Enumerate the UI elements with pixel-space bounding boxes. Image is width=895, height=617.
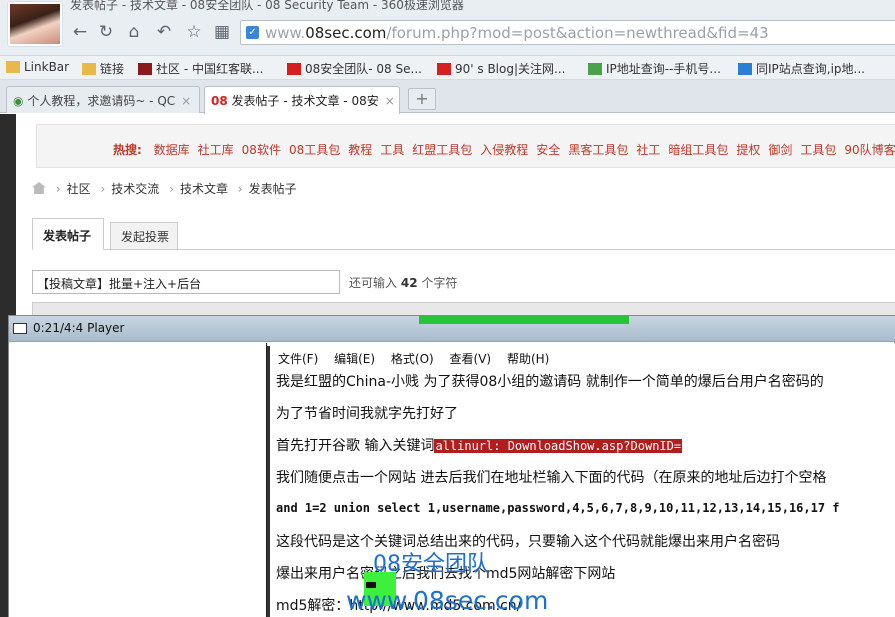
folder-icon [6, 61, 20, 73]
menu-format[interactable]: 格式(O) [391, 352, 434, 366]
player-title: 0:21/4:4 Player [33, 321, 125, 335]
breadcrumb: › 社区 › 技术交流 › 技术文章 › 发表帖子 [32, 180, 297, 197]
breadcrumb-item[interactable]: 社区 [67, 182, 91, 196]
player-icon [13, 323, 27, 334]
close-icon[interactable]: × [181, 94, 191, 108]
menu-view[interactable]: 查看(V) [450, 352, 492, 366]
menu-help[interactable]: 帮助(H) [507, 352, 549, 366]
breadcrumb-item: 发表帖子 [248, 182, 297, 196]
notepad-window: 文件(F) 编辑(E) 格式(O) 查看(V) 帮助(H) 我是红盟的China… [267, 346, 895, 617]
hot-keyword-link[interactable]: 黑客工具包 [568, 143, 628, 157]
notepad-line: 我是红盟的China-小贱 为了获得08小组的邀请码 就制作一个简单的爆后台用户… [276, 374, 824, 390]
hot-keyword-link[interactable]: 教程 [348, 143, 372, 157]
hot-keyword-link[interactable]: 安全 [536, 143, 560, 157]
hot-label: 热搜: [113, 143, 142, 157]
notepad-line: 首先打开谷歌 输入关键词allinurl: DownloadShow.asp?D… [276, 438, 683, 454]
folder-icon [82, 63, 96, 75]
bookmark-item[interactable]: 08安全团队- 08 Se... [287, 60, 422, 77]
tab-new-poll[interactable]: 发起投票 [110, 222, 178, 250]
notepad-menu: 文件(F) 编辑(E) 格式(O) 查看(V) 帮助(H) [278, 350, 561, 367]
tab-post[interactable]: 08 发表帖子 - 技术文章 - 08安 × [204, 86, 400, 114]
bookmark-item[interactable]: 链接 [82, 60, 124, 77]
close-icon[interactable]: × [385, 94, 395, 108]
notepad-line: 这段代码是这个关键词总结出来的代码，只要输入这个代码就能爆出来用户名密码 [276, 534, 780, 550]
watermark-url: www.08sec.com [346, 586, 549, 615]
back-arrow-icon[interactable]: ← [70, 22, 90, 42]
hot-keyword-link[interactable]: 社工库 [198, 143, 234, 157]
home-icon[interactable] [32, 182, 46, 194]
globe-icon: ◉ [13, 94, 24, 108]
hot-search-bar: 热搜: 数据库 社工库 08软件 08工具包 教程 工具 红盟工具包 入侵教程 安全 黑客工具包社… [36, 124, 895, 168]
editor-toolbar [32, 302, 895, 316]
tab-qc[interactable]: ◉ 个人教程，求邀请码~ - QC × [6, 86, 200, 113]
user-avatar[interactable] [8, 2, 62, 46]
player-blank-area [9, 343, 267, 617]
menu-edit[interactable]: 编辑(E) [334, 352, 375, 366]
tab-new-post[interactable]: 发表帖子 [32, 218, 104, 250]
undo-icon[interactable]: ↶ [154, 22, 174, 42]
player-titlebar[interactable]: 0:21/4:4 Player [9, 316, 895, 342]
progress-highlight [419, 316, 629, 324]
browser-titlebar: 发表帖子 - 技术文章 - 08安全团队 - 08 Security Team … [0, 0, 895, 56]
puzzle-icon [588, 63, 602, 75]
hot-keyword-link[interactable]: 90队博客 [844, 143, 895, 157]
notepad-line: 为了节省时间我就字先打好了 [276, 406, 458, 422]
window-title: 发表帖子 - 技术文章 - 08安全团队 - 08 Security Team … [70, 0, 464, 12]
notepad-line: and 1=2 union select 1,username,password… [276, 501, 840, 515]
home-icon[interactable]: ⌂ [124, 22, 144, 42]
hot-keyword-link[interactable]: 红盟工具包 [412, 143, 472, 157]
08-icon: 08 [211, 94, 228, 108]
tab-strip: ◉ 个人教程，求邀请码~ - QC × 08 发表帖子 - 技术文章 - 08安 × [0, 80, 895, 114]
hot-keyword-link[interactable]: 08工具包 [289, 143, 340, 157]
bookmark-item[interactable]: 社区 - 中国红客联... [138, 60, 263, 77]
hot-keyword-link[interactable]: 御剑 [768, 143, 792, 157]
refresh-icon[interactable]: ↻ [96, 22, 116, 42]
hot-keyword-link[interactable]: 08软件 [242, 143, 281, 157]
90-icon [437, 63, 451, 75]
star-icon[interactable]: ☆ [184, 22, 204, 42]
bookmark-item[interactable]: 同IP站点查询,ip地... [738, 60, 865, 77]
hot-keyword-link[interactable]: 暗组工具包 [668, 143, 728, 157]
hot-keyword-link[interactable]: 社工 [636, 143, 660, 157]
bookmark-item[interactable]: 90' s Blog|关注网... [437, 60, 565, 77]
shield-icon: ✓ [246, 26, 259, 39]
hot-keyword-link[interactable]: 工具包 [800, 143, 836, 157]
bookmarks-bar: LinkBar 链接 社区 - 中国红客联... 08安全团队- 08 Se..… [0, 56, 895, 80]
hot-keyword-link[interactable]: 数据库 [154, 143, 190, 157]
notepad-line: 我们随便点击一个网站 进去后我们在地址栏输入下面的代码（在原来的地址后边打个空格 [276, 470, 827, 486]
hot-keyword-link[interactable]: 工具 [380, 143, 404, 157]
hot-keyword-link[interactable]: 提权 [736, 143, 760, 157]
bookmark-item[interactable]: LinkBar [6, 60, 69, 74]
url-text[interactable]: www.08sec.com/forum.php?mod=post&action=… [265, 24, 769, 42]
huc-icon [138, 63, 152, 75]
address-bar[interactable]: ✓ www.08sec.com/forum.php?mod=post&actio… [240, 20, 895, 45]
hot-keyword-link[interactable]: 入侵教程 [480, 143, 528, 157]
keyword-highlight: allinurl: DownloadShow.asp?DownID= [434, 439, 683, 453]
subject-input[interactable]: 【投稿文章】批量+注入+后台 [32, 270, 340, 294]
breadcrumb-item[interactable]: 技术文章 [180, 182, 228, 196]
menu-file[interactable]: 文件(F) [278, 352, 318, 366]
watermark-team: 08安全团队 [373, 552, 489, 577]
breadcrumb-item[interactable]: 技术交流 [111, 182, 159, 196]
new-tab-button[interactable]: + [408, 88, 436, 110]
phone-icon [738, 63, 752, 75]
08-icon [287, 63, 301, 75]
char-remaining: 还可输入 42 个字符 [349, 276, 458, 290]
apps-grid-icon[interactable]: ▦ [212, 22, 232, 42]
bookmark-item[interactable]: IP地址查询--手机号... [588, 60, 721, 77]
